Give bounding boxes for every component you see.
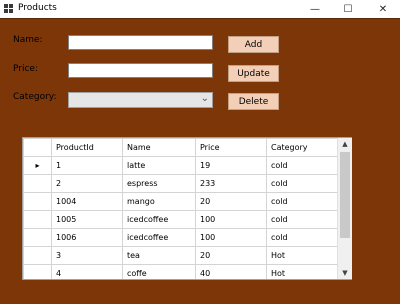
cell-name[interactable]: mango [122,192,196,211]
column-header-price[interactable]: Price [195,138,267,157]
category-label: Category: [13,92,57,102]
cell-name[interactable]: icedcoffee [122,210,196,229]
cell-category[interactable]: cold [266,228,338,247]
row-header-cell[interactable] [23,228,52,247]
cell-category[interactable]: Hot [266,264,338,279]
cell-price[interactable]: 20 [195,192,267,211]
table-row[interactable]: 1004 mango 20 cold [23,192,338,211]
cell-category[interactable]: cold [266,192,338,211]
cell-productid[interactable]: 1 [51,156,123,175]
cell-price[interactable]: 100 [195,228,267,247]
name-label: Name: [13,35,43,45]
table-row[interactable]: 3 tea 20 Hot [23,246,338,265]
row-header-cell[interactable] [23,174,52,193]
cell-category[interactable]: cold [266,210,338,229]
cell-productid[interactable]: 1006 [51,228,123,247]
cell-category[interactable]: Hot [266,246,338,265]
window-title: Products [18,3,57,13]
cell-productid[interactable]: 4 [51,264,123,279]
cell-productid[interactable]: 2 [51,174,123,193]
table-row[interactable]: 2 espress 233 cold [23,174,338,193]
scroll-up-icon[interactable]: ▲ [338,138,352,150]
table-row[interactable]: 1006 icedcoffee 100 cold [23,228,338,247]
table-row[interactable]: ▸ 1 latte 19 cold [23,156,338,175]
cell-name[interactable]: coffe [122,264,196,279]
column-header-name[interactable]: Name [122,138,196,157]
column-header-category[interactable]: Category [266,138,338,157]
cell-category[interactable]: cold [266,174,338,193]
cell-name[interactable]: espress [122,174,196,193]
column-header-productid[interactable]: ProductId [51,138,123,157]
cell-productid[interactable]: 1005 [51,210,123,229]
table-row[interactable]: 1005 icedcoffee 100 cold [23,210,338,229]
grid-app-icon [4,4,14,14]
cell-price[interactable]: 19 [195,156,267,175]
price-label: Price: [13,64,38,74]
cell-name[interactable]: tea [122,246,196,265]
update-button[interactable]: Update [228,65,279,82]
cell-name[interactable]: latte [122,156,196,175]
row-header-cell[interactable] [23,264,52,279]
cell-price[interactable]: 20 [195,246,267,265]
current-row-indicator-icon: ▸ [23,156,52,175]
row-header-cell[interactable] [23,246,52,265]
cell-name[interactable]: icedcoffee [122,228,196,247]
maximize-button[interactable]: ☐ [333,0,363,18]
cell-price[interactable]: 100 [195,210,267,229]
chevron-down-icon: ⌄ [200,93,209,104]
cell-category[interactable]: cold [266,156,338,175]
row-header-cell[interactable] [23,210,52,229]
close-button[interactable]: ✕ [368,0,398,18]
cell-productid[interactable]: 3 [51,246,123,265]
vertical-scrollbar[interactable]: ▲ ▼ [337,138,352,279]
scroll-down-icon[interactable]: ▼ [338,267,352,279]
minimize-button[interactable]: — [300,0,330,18]
grid-header-row: ProductId Name Price Category [23,138,338,157]
category-combobox[interactable]: ⌄ [68,92,213,108]
cell-productid[interactable]: 1004 [51,192,123,211]
title-bar: Products — ☐ ✕ [0,0,400,18]
cell-price[interactable]: 233 [195,174,267,193]
row-header-cell[interactable] [23,192,52,211]
row-header-corner [23,138,52,157]
name-input[interactable] [68,35,213,50]
delete-button[interactable]: Delete [228,93,279,110]
price-input[interactable] [68,63,213,78]
scrollbar-thumb[interactable] [340,152,350,238]
table-row[interactable]: 4 coffe 40 Hot [23,264,338,279]
cell-price[interactable]: 40 [195,264,267,279]
add-button[interactable]: Add [228,36,279,53]
products-grid[interactable]: ProductId Name Price Category ▸ 1 latte … [22,137,352,280]
